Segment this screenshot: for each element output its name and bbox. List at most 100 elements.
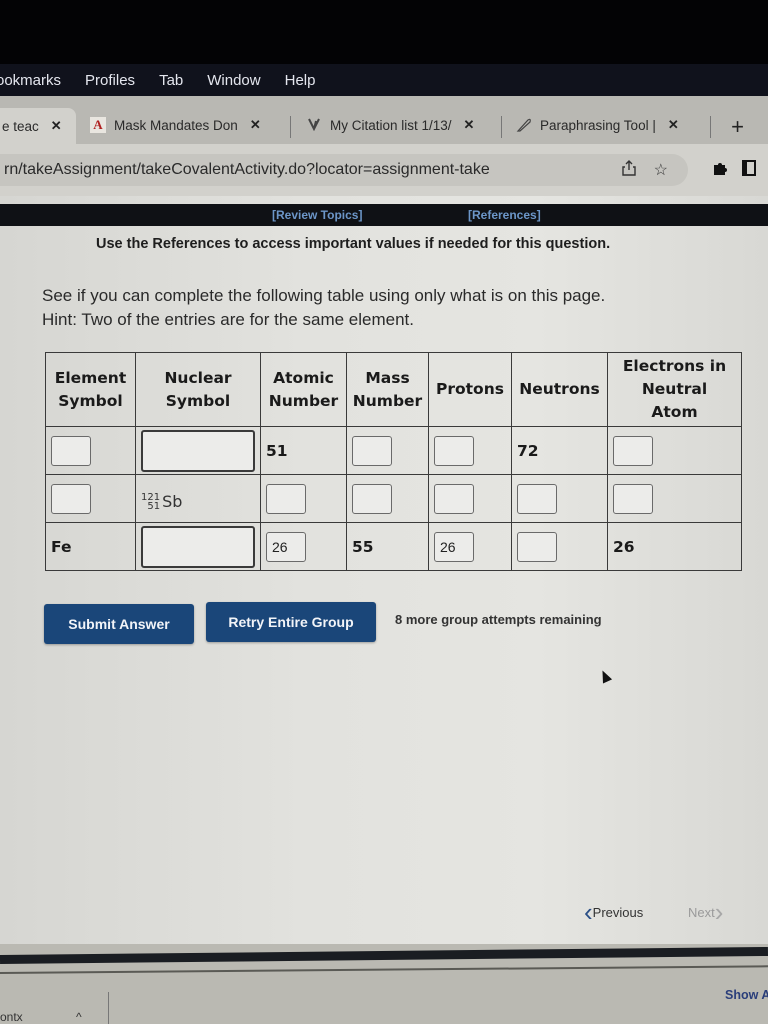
cell-atomic-number: 51	[260, 426, 347, 475]
close-icon[interactable]: ✕	[464, 117, 475, 133]
nuclear-numbers: 121 51	[141, 492, 161, 512]
mass-number-input[interactable]	[352, 435, 392, 466]
cell-electrons	[607, 474, 742, 523]
nuclear-symbol-display: 121 51 Sb	[141, 492, 182, 511]
show-all-downloads-link[interactable]: Show A	[725, 988, 768, 1002]
neutrons-input[interactable]	[517, 483, 557, 514]
header-protons: Protons	[428, 352, 512, 427]
share-icon[interactable]	[621, 160, 636, 181]
close-icon[interactable]: ✕	[51, 118, 62, 134]
menu-help[interactable]: Help	[285, 72, 316, 89]
cell-nuclear-symbol: 121 51 Sb	[135, 474, 261, 523]
element-symbol-input[interactable]	[51, 483, 91, 514]
bookmark-star-icon[interactable]: ☆	[654, 160, 668, 181]
references-link[interactable]: [References]	[468, 208, 541, 222]
atomic-number-input[interactable]: 26	[266, 531, 306, 562]
instruction-line: See if you can complete the following ta…	[42, 286, 606, 305]
header-element-symbol: Element Symbol	[45, 352, 136, 427]
tab-divider	[501, 116, 502, 138]
tab-title: My Citation list 1/13/	[330, 117, 452, 133]
references-note: Use the References to access important v…	[96, 236, 611, 252]
table-row: 51 72	[45, 426, 742, 475]
address-bar-area: rn/takeAssignment/takeCovalentActivity.d…	[0, 144, 768, 196]
cell-protons	[428, 426, 512, 475]
header-line: Electrons in	[622, 357, 727, 375]
cell-neutrons	[511, 522, 608, 571]
menu-tab[interactable]: Tab	[159, 72, 183, 89]
menu-profiles[interactable]: Profiles	[85, 72, 135, 89]
header-line: Mass	[365, 368, 410, 387]
close-icon[interactable]: ✕	[668, 117, 679, 133]
tab-divider	[290, 116, 291, 138]
cell-neutrons	[511, 474, 608, 523]
url-text: rn/takeAssignment/takeCovalentActivity.d…	[4, 161, 490, 178]
next-button[interactable]: Next ›	[688, 899, 723, 925]
header-line: Atom	[651, 403, 698, 421]
header-electrons: Electrons in Neutral Atom	[607, 352, 742, 427]
cell-nuclear-symbol	[135, 426, 261, 475]
previous-button[interactable]: ‹ Previous	[584, 899, 644, 925]
hint-line: Hint: Two of the entries are for the sam…	[42, 310, 414, 329]
download-item[interactable]: ontx	[0, 1010, 23, 1024]
atomic-number-input[interactable]	[266, 483, 306, 514]
cell-protons	[428, 474, 512, 523]
sidebar-toggle-icon[interactable]	[742, 160, 756, 176]
tab-divider	[710, 116, 711, 138]
menu-bookmarks[interactable]: ookmarks	[0, 72, 61, 89]
tab-citation-list[interactable]: My Citation list 1/13/ ✕	[306, 110, 474, 140]
next-label: Next	[688, 904, 715, 920]
cell-electrons	[607, 426, 742, 475]
tab-mask-mandates[interactable]: A Mask Mandates Don ✕	[90, 110, 261, 140]
quill-icon	[516, 117, 532, 133]
nuclear-symbol-input[interactable]	[141, 525, 255, 568]
header-nuclear-symbol: Nuclear Symbol	[135, 352, 261, 427]
protons-input[interactable]	[434, 435, 474, 466]
extensions-puzzle-icon[interactable]	[712, 160, 728, 181]
close-icon[interactable]: ✕	[250, 117, 261, 133]
chevron-up-icon[interactable]: ^	[76, 1010, 82, 1024]
cell-nuclear-symbol	[135, 522, 261, 571]
cell-mass-number	[346, 474, 429, 523]
element-symbol-input[interactable]	[51, 435, 91, 466]
atom-table: Element Symbol Nuclear Symbol Atomic Num…	[45, 352, 742, 571]
question-instructions: See if you can complete the following ta…	[42, 284, 605, 332]
neutrons-input[interactable]	[517, 531, 557, 562]
header-line: Number	[268, 391, 339, 410]
table-header-row: Element Symbol Nuclear Symbol Atomic Num…	[45, 352, 742, 427]
cell-mass-number: 55	[346, 522, 429, 571]
retry-entire-group-button[interactable]: Retry Entire Group	[206, 602, 376, 642]
mouse-cursor-icon	[597, 668, 613, 684]
header-line: Neutral	[641, 380, 708, 398]
cell-atomic-number	[260, 474, 347, 523]
submit-answer-button[interactable]: Submit Answer	[44, 604, 194, 644]
menu-window[interactable]: Window	[207, 72, 260, 89]
new-tab-button[interactable]: +	[731, 114, 744, 140]
mac-menubar: ookmarks Profiles Tab Window Help	[0, 64, 768, 96]
previous-label: Previous	[592, 904, 644, 920]
cell-protons: 26	[428, 522, 512, 571]
table-row: 121 51 Sb	[45, 474, 742, 523]
header-line: Symbol	[165, 391, 231, 410]
protons-input[interactable]	[434, 483, 474, 514]
nuclear-symbol-input[interactable]	[141, 429, 255, 472]
table-row: Fe 26 55 26 26	[45, 522, 742, 571]
citation-machine-icon	[306, 117, 322, 133]
tab-title: Paraphrasing Tool |	[540, 117, 656, 133]
review-topics-link[interactable]: [Review Topics]	[272, 208, 362, 222]
protons-input[interactable]: 26	[434, 531, 474, 562]
attempts-remaining: 8 more group attempts remaining	[395, 612, 602, 627]
electrons-input[interactable]	[613, 483, 653, 514]
cell-neutrons: 72	[511, 426, 608, 475]
header-line: Atomic	[273, 368, 334, 387]
mass-number-input[interactable]	[352, 483, 392, 514]
tab-active[interactable]: e teac ✕	[0, 108, 76, 144]
element-symbol-text: Sb	[162, 492, 183, 512]
header-line: Element	[54, 368, 127, 387]
cell-element-symbol: Fe	[45, 522, 136, 571]
atomic-number-subscript: 51	[147, 500, 161, 512]
electrons-input[interactable]	[613, 435, 653, 466]
header-line: Symbol	[58, 391, 123, 410]
tab-paraphrasing-tool[interactable]: Paraphrasing Tool | ✕	[516, 110, 679, 140]
url-input[interactable]: rn/takeAssignment/takeCovalentActivity.d…	[0, 154, 688, 186]
header-neutrons: Neutrons	[511, 352, 608, 427]
